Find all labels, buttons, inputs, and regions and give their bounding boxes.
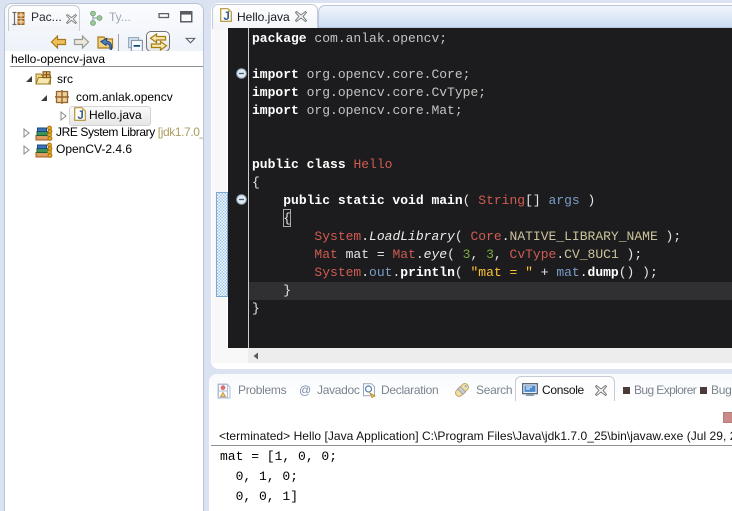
- svg-text:J: J: [77, 110, 83, 121]
- svg-text:J: J: [223, 11, 229, 22]
